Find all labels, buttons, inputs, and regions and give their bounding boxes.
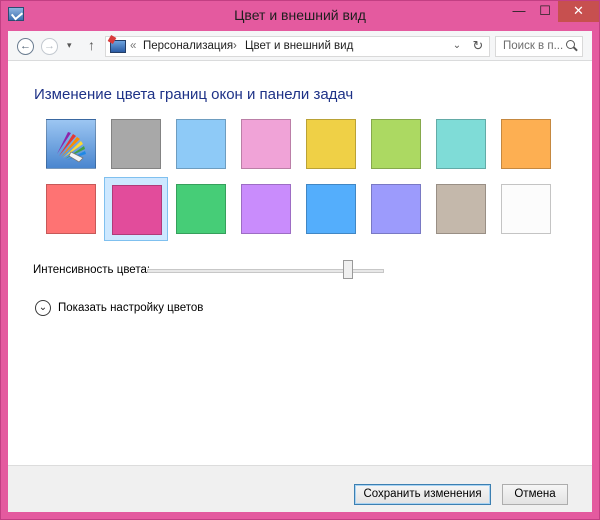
color-swatch-fill (176, 119, 226, 169)
page-heading: Изменение цвета границ окон и панели зад… (34, 86, 354, 103)
refresh-icon[interactable]: ↻ (469, 38, 487, 54)
control-panel-icon (110, 40, 126, 53)
color-swatch-fill (241, 184, 291, 234)
breadcrumb-color-appearance[interactable]: Цвет и внешний вид (245, 40, 353, 52)
breadcrumb-personalization[interactable]: Персонализация (143, 40, 233, 52)
footer: Сохранить изменения Отмена (8, 465, 592, 512)
color-palette-icon (57, 132, 86, 163)
color-swatch-magenta[interactable] (104, 177, 168, 241)
color-swatch-fill (436, 119, 486, 169)
search-placeholder: Поиск в п... (503, 40, 564, 52)
up-button[interactable]: ↑ (88, 37, 95, 53)
title-bar: Цвет и внешний вид — ☐ ✕ (1, 1, 599, 30)
color-swatch-fill (306, 119, 356, 169)
color-swatch-pink[interactable] (234, 112, 298, 176)
color-swatch-fill (501, 184, 551, 234)
recent-locations-icon[interactable]: ▾ (67, 40, 72, 51)
intensity-label: Интенсивность цвета: (33, 264, 151, 276)
color-swatch-fill (501, 119, 551, 169)
color-swatch-fill (111, 119, 161, 169)
breadcrumb-separator[interactable]: › (233, 40, 237, 52)
back-button[interactable]: ← (17, 38, 34, 55)
color-swatch-fill (241, 119, 291, 169)
window: Цвет и внешний вид — ☐ ✕ ← → ▾ ↑ « Персо… (0, 0, 600, 520)
intensity-slider-thumb[interactable] (343, 260, 354, 279)
color-swatch-lime[interactable] (364, 112, 428, 176)
color-swatch-fill (436, 184, 486, 234)
show-color-mixer-link[interactable]: Показать настройку цветов (58, 302, 203, 314)
color-swatch-fill (46, 184, 96, 234)
color-swatch-light-blue[interactable] (169, 112, 233, 176)
color-swatch-gray[interactable] (104, 112, 168, 176)
forward-button[interactable]: → (41, 38, 58, 55)
color-swatch-teal[interactable] (429, 112, 493, 176)
close-button[interactable]: ✕ (558, 1, 599, 22)
color-swatch-blue[interactable] (299, 177, 363, 241)
search-icon[interactable] (566, 40, 575, 49)
maximize-button[interactable]: ☐ (532, 1, 558, 22)
navigation-bar: ← → ▾ ↑ « Персонализация › Цвет и внешни… (8, 31, 592, 61)
client-area: ← → ▾ ↑ « Персонализация › Цвет и внешни… (8, 31, 592, 512)
color-swatch-red[interactable] (39, 177, 103, 241)
color-swatch-violet[interactable] (234, 177, 298, 241)
address-dropdown-icon[interactable]: ⌄ (449, 40, 465, 51)
color-swatch-fill (112, 185, 162, 235)
color-swatch-fill (306, 184, 356, 234)
color-swatch-orange[interactable] (494, 112, 558, 176)
search-box[interactable]: Поиск в п... (495, 36, 583, 57)
chevron-down-icon[interactable]: ⌄ (35, 300, 51, 316)
color-swatch-fill (371, 184, 421, 234)
color-swatch-yellow[interactable] (299, 112, 363, 176)
cancel-button[interactable]: Отмена (502, 484, 568, 505)
color-swatch-white[interactable] (494, 177, 558, 241)
color-swatch-periwinkle[interactable] (364, 177, 428, 241)
overflow-chevron[interactable]: « (130, 40, 136, 52)
color-swatch-taupe[interactable] (429, 177, 493, 241)
color-swatch-fill (46, 119, 96, 169)
color-swatch-fill (176, 184, 226, 234)
color-swatch-fill (371, 119, 421, 169)
color-swatch-green[interactable] (169, 177, 233, 241)
minimize-button[interactable]: — (506, 1, 532, 22)
save-changes-button[interactable]: Сохранить изменения (354, 484, 491, 505)
address-bar[interactable]: « Персонализация › Цвет и внешний вид ⌄ … (105, 36, 490, 57)
color-swatch-automatic[interactable] (39, 112, 103, 176)
